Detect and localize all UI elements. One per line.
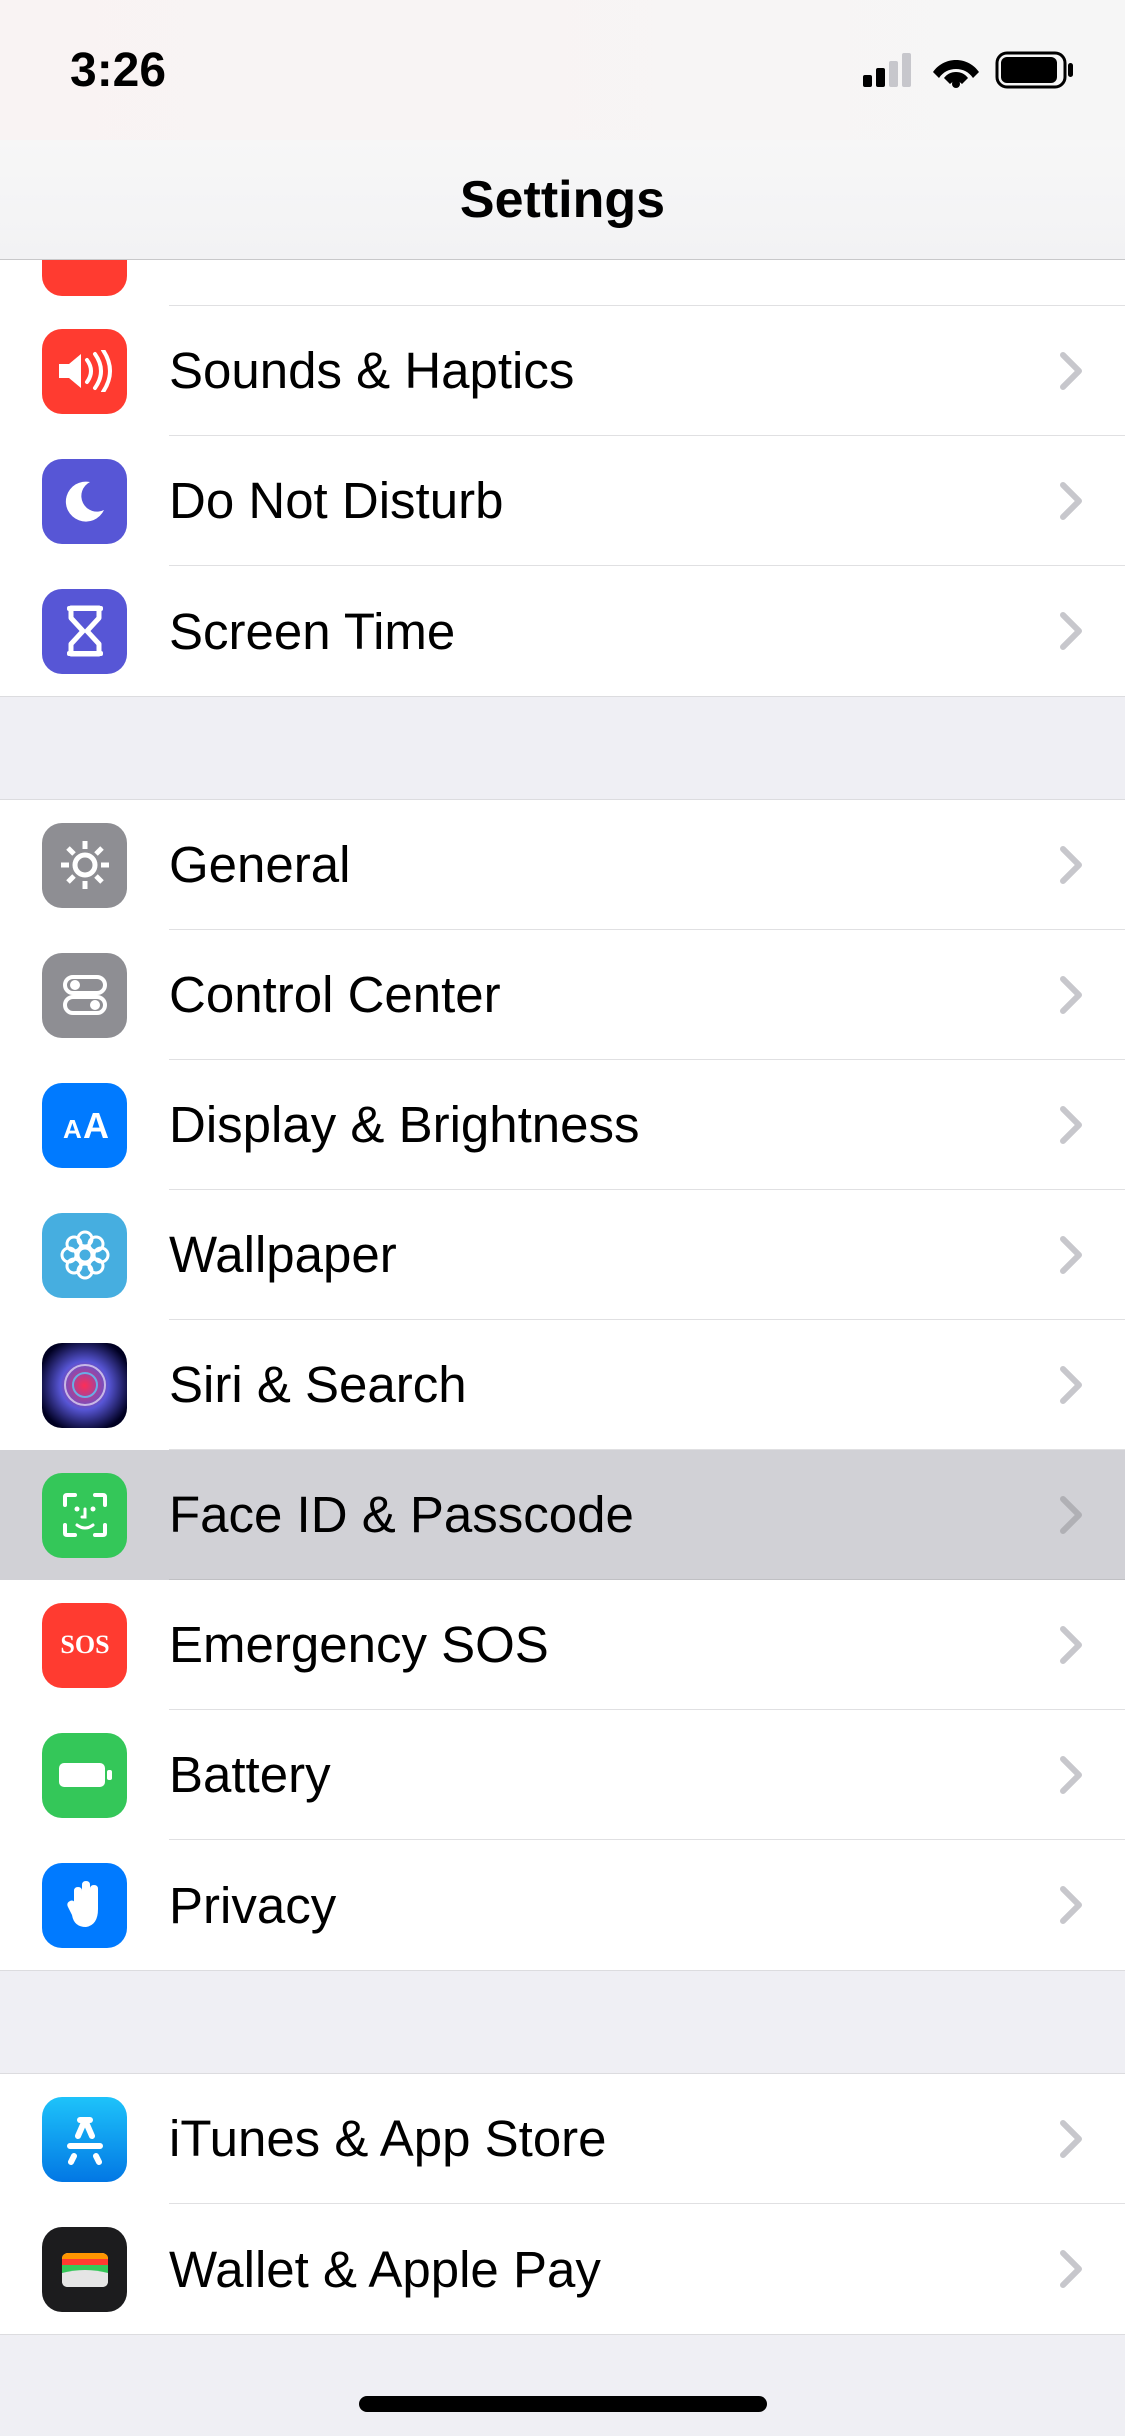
svg-text:A: A [83, 1105, 109, 1146]
home-indicator[interactable] [359, 2396, 767, 2412]
row-label: Siri & Search [169, 1355, 1059, 1414]
svg-text:SOS: SOS [60, 1630, 109, 1659]
header: Settings [0, 140, 1125, 260]
section-separator [0, 1970, 1125, 2074]
chevron-right-icon [1059, 1495, 1083, 1535]
settings-list: Sounds & Haptics Do Not Disturb Screen T… [0, 260, 1125, 2394]
cellular-icon [863, 53, 917, 87]
row-sounds-haptics[interactable]: Sounds & Haptics [0, 306, 1125, 436]
hourglass-icon [42, 589, 127, 674]
chevron-right-icon [1059, 1365, 1083, 1405]
chevron-right-icon [1059, 351, 1083, 391]
chevron-right-icon [1059, 845, 1083, 885]
row-privacy[interactable]: Privacy [0, 1840, 1125, 1970]
section-separator [0, 696, 1125, 800]
row-general[interactable]: General [0, 800, 1125, 930]
row-label: Wallet & Apple Pay [169, 2240, 1059, 2299]
wifi-icon [931, 52, 981, 88]
row-label: Face ID & Passcode [169, 1485, 1059, 1544]
chevron-right-icon [1059, 975, 1083, 1015]
sounds-icon [42, 329, 127, 414]
row-label: Wallpaper [169, 1225, 1059, 1284]
row-wallet-apple-pay[interactable]: Wallet & Apple Pay [0, 2204, 1125, 2334]
battery-icon [42, 1733, 127, 1818]
row-screen-time[interactable]: Screen Time [0, 566, 1125, 696]
chevron-right-icon [1059, 1235, 1083, 1275]
hand-icon [42, 1863, 127, 1948]
row-label: iTunes & App Store [169, 2109, 1059, 2168]
row-emergency-sos[interactable]: SOS Emergency SOS [0, 1580, 1125, 1710]
faceid-icon [42, 1473, 127, 1558]
battery-icon [995, 51, 1075, 89]
chevron-right-icon [1059, 1885, 1083, 1925]
switches-icon [42, 953, 127, 1038]
wallet-icon [42, 2227, 127, 2312]
chevron-right-icon [1059, 2249, 1083, 2289]
moon-icon [42, 459, 127, 544]
row-label: General [169, 835, 1059, 894]
chevron-right-icon [1059, 611, 1083, 651]
row-display-brightness[interactable]: AA Display & Brightness [0, 1060, 1125, 1190]
chevron-right-icon [1059, 481, 1083, 521]
page-title: Settings [460, 170, 665, 230]
row-do-not-disturb[interactable]: Do Not Disturb [0, 436, 1125, 566]
row-label: Do Not Disturb [169, 471, 1059, 530]
row-label: Emergency SOS [169, 1615, 1059, 1674]
aa-icon: AA [42, 1083, 127, 1168]
row-label: Privacy [169, 1876, 1059, 1935]
chevron-right-icon [1059, 1625, 1083, 1665]
partial-row-divider [169, 280, 1125, 306]
chevron-right-icon [1059, 1755, 1083, 1795]
row-label: Screen Time [169, 602, 1059, 661]
flower-icon [42, 1213, 127, 1298]
sos-icon: SOS [42, 1603, 127, 1688]
chevron-right-icon [1059, 1105, 1083, 1145]
status-time: 3:26 [70, 43, 166, 98]
row-wallpaper[interactable]: Wallpaper [0, 1190, 1125, 1320]
svg-text:A: A [63, 1114, 82, 1144]
row-label: Control Center [169, 965, 1059, 1024]
section-separator [0, 2334, 1125, 2394]
appstore-icon [42, 2097, 127, 2182]
row-face-id-passcode[interactable]: Face ID & Passcode [0, 1450, 1125, 1580]
gear-icon [42, 823, 127, 908]
status-icons [863, 51, 1075, 89]
chevron-right-icon [1059, 2119, 1083, 2159]
partial-row [0, 260, 1125, 280]
row-battery[interactable]: Battery [0, 1710, 1125, 1840]
row-control-center[interactable]: Control Center [0, 930, 1125, 1060]
siri-icon [42, 1343, 127, 1428]
row-siri-search[interactable]: Siri & Search [0, 1320, 1125, 1450]
row-label: Display & Brightness [169, 1095, 1059, 1154]
status-bar: 3:26 [0, 0, 1125, 140]
row-label: Sounds & Haptics [169, 341, 1059, 400]
row-itunes-app-store[interactable]: iTunes & App Store [0, 2074, 1125, 2204]
row-label: Battery [169, 1745, 1059, 1804]
